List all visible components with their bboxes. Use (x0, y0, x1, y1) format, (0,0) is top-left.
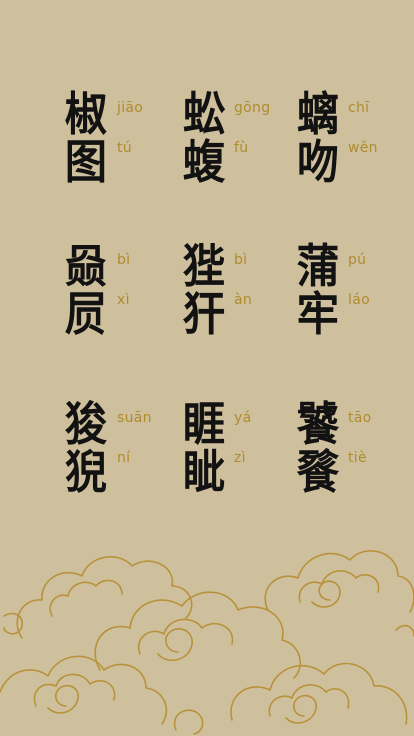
pinyin-label: jiāo (117, 100, 144, 116)
pinyin-label: bì (234, 252, 248, 268)
cloud-left-upper (16, 556, 193, 639)
hanzi-char: 饕 (296, 397, 339, 451)
cloud-left-lower-swirl (47, 684, 79, 714)
cloud-left-upper-inner (49, 579, 123, 617)
hanzi-char: 图 (64, 135, 107, 189)
pinyin-label: yá (234, 410, 252, 426)
pinyin-label: tāo (348, 410, 372, 426)
creature-chiwen: 螭 吻 chī wěn (286, 90, 414, 210)
creature-jiaotu: 椒 图 jiāo tú (54, 90, 184, 210)
hanzi-char: 狴 (182, 239, 225, 293)
cloud-tail-right (395, 624, 414, 637)
cloud-pattern-decoration (0, 550, 414, 735)
cloud-right-lower-swirl (285, 694, 317, 724)
hanzi-char: 餮 (296, 445, 339, 499)
pinyin-label: fù (234, 140, 249, 156)
cloud-bottom-swirl (173, 709, 204, 735)
hanzi-char: 蝮 (182, 135, 225, 189)
hanzi-char: 蒲 (296, 239, 339, 293)
hanzi-char: 椒 (64, 87, 107, 141)
cloud-left-lower (0, 655, 168, 725)
cloud-right-swirl (311, 580, 341, 608)
pinyin-label: tú (117, 140, 132, 156)
hanzi-char: 牢 (296, 287, 339, 341)
pinyin-label: tiè (348, 450, 367, 466)
hanzi-char: 赑 (64, 239, 107, 293)
pinyin-label: xì (117, 292, 130, 308)
creature-taotie: 饕 餮 tāo tiè (286, 400, 414, 520)
pinyin-label: bì (117, 252, 131, 268)
cloud-middle-inner (137, 618, 234, 655)
hanzi-char: 屃 (64, 287, 107, 341)
hanzi-char: 眦 (182, 445, 225, 499)
hanzi-char: 螭 (296, 87, 339, 141)
cloud-right-lower (230, 662, 408, 725)
pinyin-label: ní (117, 450, 131, 466)
creature-yazi: 睚 眦 yá zì (172, 400, 302, 520)
cloud-left-lower-inner (33, 673, 116, 707)
pinyin-label: wěn (348, 140, 378, 156)
creature-bixi: 赑 屃 bì xì (54, 242, 184, 362)
pinyin-label: chī (348, 100, 370, 116)
pinyin-label: àn (234, 292, 253, 308)
creature-gongfu: 蚣 蝮 gōng fù (172, 90, 302, 210)
pinyin-label: gōng (234, 100, 271, 116)
hanzi-char: 犴 (182, 287, 225, 341)
hanzi-char: 猊 (64, 445, 107, 499)
hanzi-char: 蚣 (182, 87, 225, 141)
pinyin-label: zì (234, 450, 246, 466)
pinyin-label: pú (348, 252, 367, 268)
cloud-tail-left (3, 612, 24, 635)
cloud-right-lower-inner (268, 684, 350, 717)
creature-pulao: 蒲 牢 pú láo (286, 242, 414, 362)
creature-suanni: 狻 猊 suān ní (54, 400, 184, 520)
hanzi-char: 吻 (296, 135, 339, 189)
hanzi-char: 睚 (182, 397, 225, 451)
hanzi-char: 狻 (64, 397, 107, 451)
pinyin-label: suān (117, 410, 152, 426)
creature-bian: 狴 犴 bì àn (172, 242, 302, 362)
pinyin-label: láo (348, 292, 370, 308)
cloud-right-upper (264, 550, 414, 613)
